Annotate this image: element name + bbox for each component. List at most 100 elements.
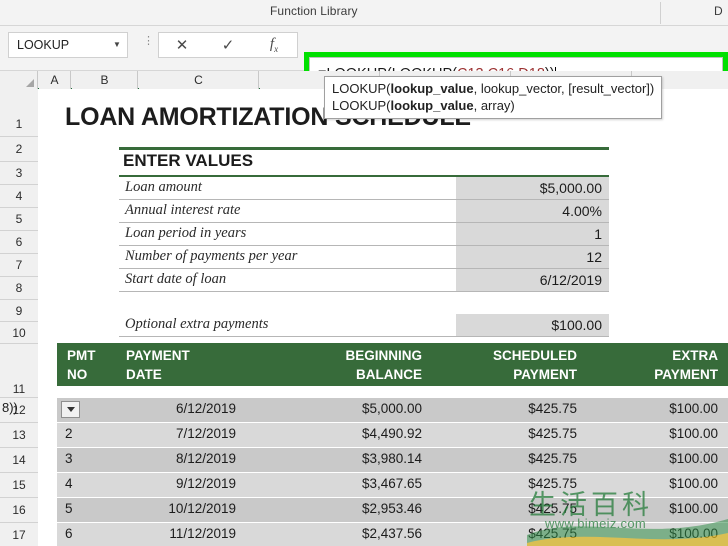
row-header-14[interactable]: 14 bbox=[0, 448, 38, 473]
table-row[interactable]: 6 11/12/2019 $2,437.56 $425.75 $100.00 bbox=[57, 523, 728, 546]
cell-beginning-balance[interactable]: $3,467.65 bbox=[272, 476, 422, 491]
cell-extra-payment[interactable]: $100.00 bbox=[582, 526, 718, 541]
cell-beginning-balance[interactable]: $2,437.56 bbox=[272, 526, 422, 541]
table-row[interactable]: 6/12/2019 $5,000.00 $425.75 $100.00 bbox=[57, 398, 728, 423]
column-header-pmt-no: PMT NO bbox=[67, 346, 117, 384]
table-row[interactable]: 4 9/12/2019 $3,467.65 $425.75 $100.00 bbox=[57, 473, 728, 498]
enter-values-value[interactable]: 12 bbox=[456, 246, 609, 268]
cell-extra-payment[interactable]: $100.00 bbox=[582, 401, 718, 416]
row-header-15[interactable]: 15 bbox=[0, 473, 38, 498]
enter-values-spacer bbox=[119, 292, 609, 315]
ribbon-group-next: D bbox=[714, 4, 723, 18]
optional-extra-payments-label: Optional extra payments bbox=[125, 316, 268, 333]
row-header-7[interactable]: 7 bbox=[0, 254, 38, 277]
cell-scheduled-payment[interactable]: $425.75 bbox=[427, 401, 577, 416]
optional-extra-payments-value[interactable]: $100.00 bbox=[456, 314, 609, 336]
column-header-extra-payment: EXTRA PAYMENT bbox=[582, 346, 718, 384]
row-header-3[interactable]: 3 bbox=[0, 162, 38, 185]
enter-values-row[interactable]: Loan amount $5,000.00 bbox=[119, 177, 609, 200]
enter-values-heading: ENTER VALUES bbox=[123, 151, 253, 171]
cell-payment-date[interactable]: 9/12/2019 bbox=[126, 476, 236, 491]
cancel-icon[interactable]: ✕ bbox=[162, 36, 202, 54]
enter-values-label: Start date of loan bbox=[125, 271, 226, 288]
cell-beginning-balance[interactable]: $5,000.00 bbox=[272, 401, 422, 416]
enter-values-value[interactable]: 6/12/2019 bbox=[456, 269, 609, 291]
cell-beginning-balance[interactable]: $4,490.92 bbox=[272, 426, 422, 441]
worksheet-grid[interactable]: LOAN AMORTIZATION SCHEDULE ENTER VALUES … bbox=[39, 89, 728, 546]
enter-values-label: Number of payments per year bbox=[125, 248, 297, 265]
row-header-16[interactable]: 16 bbox=[0, 498, 38, 523]
column-header-payment-date: PAYMENT DATE bbox=[126, 346, 236, 384]
excel-window: Function Library D LOOKUP ▼ ⋮ ✕ ✓ fx =LO… bbox=[0, 0, 728, 546]
row-header-11[interactable]: 11 bbox=[0, 344, 38, 398]
insert-function-icon[interactable]: fx bbox=[254, 36, 294, 54]
select-all-corner[interactable] bbox=[0, 71, 38, 89]
row-header-8[interactable]: 8 bbox=[0, 277, 38, 300]
cell-scheduled-payment[interactable]: $425.75 bbox=[427, 501, 577, 516]
row-header-17[interactable]: 17 bbox=[0, 523, 38, 546]
cell-a12-overflow-text[interactable]: 8)) bbox=[2, 400, 18, 415]
ribbon-group-function-library: Function Library bbox=[270, 4, 358, 18]
cell-scheduled-payment[interactable]: $425.75 bbox=[427, 451, 577, 466]
table-row[interactable]: 5 10/12/2019 $2,953.46 $425.75 $100.00 bbox=[57, 498, 728, 523]
cell-extra-payment[interactable]: $100.00 bbox=[582, 451, 718, 466]
formula-bar-grip: ⋮ bbox=[143, 37, 146, 53]
confirm-icon[interactable]: ✓ bbox=[208, 36, 248, 54]
enter-values-label: Loan period in years bbox=[125, 225, 246, 242]
cell-scheduled-payment[interactable]: $425.75 bbox=[427, 426, 577, 441]
enter-values-label: Loan amount bbox=[125, 179, 202, 196]
cell-pmt-no[interactable]: 6 bbox=[65, 526, 115, 541]
cell-pmt-no[interactable]: 5 bbox=[65, 501, 115, 516]
cell-payment-date[interactable]: 7/12/2019 bbox=[126, 426, 236, 441]
cell-scheduled-payment[interactable]: $425.75 bbox=[427, 526, 577, 541]
function-argument-tooltip: LOOKUP(lookup_value, lookup_vector, [res… bbox=[324, 76, 662, 119]
cell-pmt-no[interactable]: 4 bbox=[65, 476, 115, 491]
column-header-a[interactable]: A bbox=[39, 71, 71, 89]
row-header-2[interactable]: 2 bbox=[0, 137, 38, 162]
enter-values-value[interactable]: $5,000.00 bbox=[456, 177, 609, 199]
column-header-c[interactable]: C bbox=[139, 71, 259, 89]
row-header-5[interactable]: 5 bbox=[0, 208, 38, 231]
tooltip-signature-1: LOOKUP(lookup_value, lookup_vector, [res… bbox=[332, 80, 654, 97]
name-box[interactable]: LOOKUP ▼ bbox=[8, 32, 128, 58]
amortization-header-row: PMT NO PAYMENT DATE BEGINNING BALANCE SC… bbox=[57, 343, 728, 386]
cell-beginning-balance[interactable]: $3,980.14 bbox=[272, 451, 422, 466]
row-header-column: 1 2 3 4 5 6 7 8 9 10 11 12 13 14 15 16 1… bbox=[0, 89, 38, 546]
row-header-4[interactable]: 4 bbox=[0, 185, 38, 208]
cell-extra-payment[interactable]: $100.00 bbox=[582, 476, 718, 491]
select-all-triangle-icon bbox=[26, 79, 34, 87]
cell-pmt-no[interactable]: 3 bbox=[65, 451, 115, 466]
row-header-6[interactable]: 6 bbox=[0, 231, 38, 254]
cell-payment-date[interactable]: 8/12/2019 bbox=[126, 451, 236, 466]
enter-values-row[interactable]: Number of payments per year 12 bbox=[119, 246, 609, 269]
cell-payment-date[interactable]: 11/12/2019 bbox=[126, 526, 236, 541]
enter-values-row[interactable]: Loan period in years 1 bbox=[119, 223, 609, 246]
row-header-13[interactable]: 13 bbox=[0, 423, 38, 448]
row-header-10[interactable]: 10 bbox=[0, 322, 38, 344]
table-row[interactable]: 3 8/12/2019 $3,980.14 $425.75 $100.00 bbox=[57, 448, 728, 473]
enter-values-value[interactable]: 1 bbox=[456, 223, 609, 245]
name-box-value: LOOKUP bbox=[9, 38, 107, 52]
formula-bar: LOOKUP ▼ ⋮ ✕ ✓ fx =LOOKUP(LOOKUP(C13,C16… bbox=[0, 26, 728, 71]
enter-values-row[interactable]: Annual interest rate 4.00% bbox=[119, 200, 609, 223]
cell-pmt-no[interactable]: 2 bbox=[65, 426, 115, 441]
autofilter-dropdown-icon[interactable] bbox=[61, 401, 80, 418]
chevron-down-icon[interactable]: ▼ bbox=[107, 32, 127, 58]
table-row[interactable]: 2 7/12/2019 $4,490.92 $425.75 $100.00 bbox=[57, 423, 728, 448]
row-header-1[interactable]: 1 bbox=[0, 89, 38, 137]
enter-values-value[interactable]: 4.00% bbox=[456, 200, 609, 222]
cell-payment-date[interactable]: 6/12/2019 bbox=[126, 401, 236, 416]
row-header-9[interactable]: 9 bbox=[0, 300, 38, 322]
formula-bar-buttons: ✕ ✓ fx bbox=[158, 32, 298, 58]
enter-values-label: Annual interest rate bbox=[125, 202, 240, 219]
cell-extra-payment[interactable]: $100.00 bbox=[582, 501, 718, 516]
ribbon-group-divider bbox=[660, 2, 661, 24]
title-divider bbox=[119, 147, 609, 150]
column-header-b[interactable]: B bbox=[72, 71, 138, 89]
cell-scheduled-payment[interactable]: $425.75 bbox=[427, 476, 577, 491]
enter-values-row[interactable]: Start date of loan 6/12/2019 bbox=[119, 269, 609, 292]
optional-extra-payments-row[interactable]: Optional extra payments $100.00 bbox=[119, 314, 609, 337]
cell-payment-date[interactable]: 10/12/2019 bbox=[126, 501, 236, 516]
cell-extra-payment[interactable]: $100.00 bbox=[582, 426, 718, 441]
cell-beginning-balance[interactable]: $2,953.46 bbox=[272, 501, 422, 516]
